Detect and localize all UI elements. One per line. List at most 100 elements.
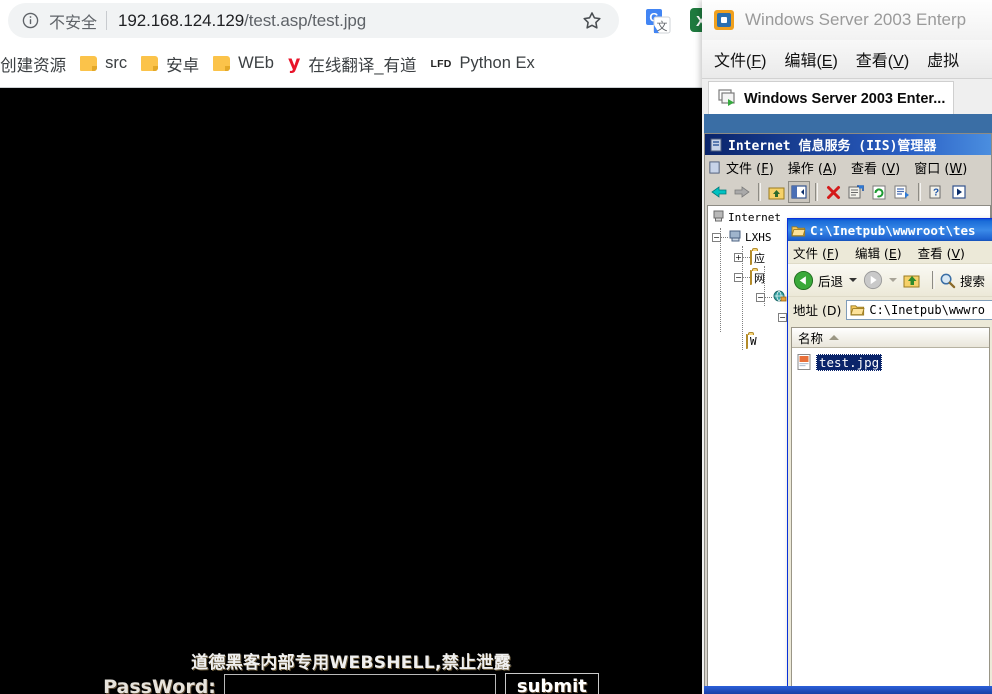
iis-tree-panel[interactable]: Internet − LXHS + 应 − 网 − − W bbox=[708, 206, 788, 692]
tree-node-label: W bbox=[750, 335, 757, 348]
iis-menu-action[interactable]: 操作 (A) bbox=[788, 158, 837, 177]
url-path: /test.asp/test.jpg bbox=[244, 10, 367, 30]
google-translate-icon[interactable]: G 文 bbox=[643, 6, 673, 36]
tree-node-internet[interactable]: Internet bbox=[712, 208, 781, 227]
iis-menu-file[interactable]: 文件 (F) bbox=[726, 158, 774, 177]
export-list-icon[interactable] bbox=[891, 181, 913, 203]
address-bar[interactable]: 不安全 192.168.124.129/test.asp/test.jpg bbox=[8, 3, 619, 38]
lfd-icon: LFD bbox=[430, 57, 452, 70]
address-value: C:\Inetpub\wwwro bbox=[869, 302, 985, 317]
vm-menu-edit[interactable]: 编辑(E) bbox=[784, 47, 837, 71]
bookmark-item-python[interactable]: LFD Python Ex bbox=[424, 49, 542, 79]
vmware-menubar: 文件(F) 编辑(E) 查看(V) 虚拟 bbox=[702, 40, 992, 78]
submit-button[interactable]: submit bbox=[504, 673, 599, 694]
bookmark-item-android[interactable]: 安卓 bbox=[134, 49, 206, 79]
omnibox-divider bbox=[106, 11, 108, 30]
screenshot-root: 不安全 192.168.124.129/test.asp/test.jpg G … bbox=[0, 0, 992, 694]
properties-icon[interactable] bbox=[845, 181, 867, 203]
tree-node-virtual-dir[interactable]: − bbox=[778, 308, 787, 327]
iis-manager-icon bbox=[710, 138, 722, 151]
delete-x-icon[interactable] bbox=[822, 181, 844, 203]
vmware-workstation-window: Windows Server 2003 Enterp 文件(F) 编辑(E) 查… bbox=[702, 0, 992, 694]
tree-node-default-website[interactable]: − bbox=[756, 288, 788, 307]
iis-menubar: 文件 (F) 操作 (A) 查看 (V) 窗口 (W) bbox=[705, 155, 991, 179]
forward-arrow-icon[interactable] bbox=[731, 181, 753, 203]
up-folder-icon[interactable] bbox=[903, 272, 922, 289]
folder-icon bbox=[850, 305, 865, 316]
iis-window-menu-icon[interactable] bbox=[708, 160, 721, 174]
address-label: 地址 (D) bbox=[793, 303, 842, 318]
explorer-address-bar: 地址 (D) C:\Inetpub\wwwro bbox=[788, 296, 992, 322]
bookmark-item-src[interactable]: src bbox=[73, 49, 134, 79]
tree-collapse-toggle[interactable]: − bbox=[778, 313, 787, 322]
security-status-label: 不安全 bbox=[49, 14, 98, 32]
vm-menu-view[interactable]: 查看(V) bbox=[856, 47, 909, 71]
back-circle-icon bbox=[793, 270, 814, 290]
bookmark-item-youdao[interactable]: y 在线翻译_有道 bbox=[281, 49, 424, 79]
tree-expand-toggle[interactable]: + bbox=[734, 253, 743, 262]
show-hide-tree-icon[interactable] bbox=[788, 181, 810, 203]
back-arrow-icon[interactable] bbox=[708, 181, 730, 203]
image-file-icon bbox=[797, 354, 811, 370]
tree-collapse-toggle[interactable]: − bbox=[712, 233, 721, 242]
bookmark-label: 云 - 创建资源 bbox=[0, 56, 67, 75]
webshell-banner-title: 道德黑客内部专用WEBSHELL,禁止泄露 bbox=[191, 653, 511, 673]
bookmark-label: Python Ex bbox=[459, 54, 535, 72]
vm-tab-label: Windows Server 2003 Enter... bbox=[744, 90, 946, 107]
windows-taskbar[interactable] bbox=[704, 686, 992, 694]
vmware-titlebar: Windows Server 2003 Enterp bbox=[702, 0, 992, 40]
bookmark-label: 安卓 bbox=[166, 56, 200, 75]
iis-toolbar: ? bbox=[705, 179, 991, 205]
tree-node-web-service-ext[interactable]: W bbox=[746, 332, 757, 351]
search-magnifier-icon[interactable] bbox=[939, 272, 956, 289]
forward-circle-icon[interactable] bbox=[863, 270, 883, 290]
password-label: PassWord: bbox=[103, 675, 216, 694]
vm-tab-windows-server-2003[interactable]: Windows Server 2003 Enter... bbox=[708, 81, 955, 115]
explorer-title-text: C:\Inetpub\wwwroot\tes bbox=[810, 222, 976, 238]
back-button[interactable]: 后退 bbox=[793, 270, 843, 291]
explorer-menu-view[interactable]: 查看 (V) bbox=[918, 243, 965, 262]
youdao-icon: y bbox=[287, 52, 301, 74]
bookmark-item-web[interactable]: WEb bbox=[206, 49, 281, 79]
info-circle-icon[interactable] bbox=[22, 12, 39, 29]
password-input[interactable] bbox=[223, 674, 496, 694]
tree-collapse-toggle[interactable]: − bbox=[756, 293, 765, 302]
list-item[interactable]: test.jpg bbox=[792, 352, 989, 372]
star-icon[interactable] bbox=[575, 4, 609, 38]
windows-explorer-window: C:\Inetpub\wwwroot\tes 文件 (F) 编辑 (E) 查看 … bbox=[787, 218, 992, 694]
tree-node-lxhs[interactable]: − LXHS bbox=[712, 228, 772, 247]
iis-title-text: Internet 信息服务 (IIS)管理器 bbox=[728, 139, 937, 154]
tree-node-websites[interactable]: − 网 bbox=[734, 268, 765, 287]
server-icon bbox=[728, 229, 743, 246]
column-header-label: 名称 bbox=[798, 331, 824, 346]
iis-menu-view[interactable]: 查看 (V) bbox=[851, 158, 900, 177]
explorer-menubar: 文件 (F) 编辑 (E) 查看 (V) bbox=[788, 241, 992, 264]
folder-icon bbox=[750, 250, 752, 265]
tree-node-app-pools[interactable]: + 应 bbox=[734, 248, 765, 267]
up-folder-icon[interactable] bbox=[765, 181, 787, 203]
vm-menu-vm[interactable]: 虚拟 bbox=[927, 47, 959, 71]
file-list-view[interactable]: 名称 test.jpg bbox=[791, 327, 990, 694]
tree-collapse-toggle[interactable]: − bbox=[734, 273, 743, 282]
iis-menu-window[interactable]: 窗口 (W) bbox=[914, 158, 967, 177]
help-icon[interactable]: ? bbox=[925, 181, 947, 203]
explorer-menu-edit[interactable]: 编辑 (E) bbox=[855, 243, 902, 262]
toolbar-separator bbox=[932, 271, 936, 289]
vm-menu-file[interactable]: 文件(F) bbox=[714, 47, 766, 71]
folder-icon bbox=[746, 334, 748, 349]
column-header-name[interactable]: 名称 bbox=[792, 328, 989, 348]
tree-node-label: 网 bbox=[754, 271, 765, 285]
sort-ascending-icon bbox=[829, 335, 840, 340]
vmware-logo-icon bbox=[714, 10, 734, 30]
chevron-down-icon[interactable] bbox=[889, 278, 898, 282]
vmware-tabstrip: Windows Server 2003 Enter... bbox=[702, 78, 992, 115]
address-input[interactable]: C:\Inetpub\wwwro bbox=[846, 299, 992, 320]
toolbar-separator bbox=[758, 183, 761, 201]
refresh-icon[interactable] bbox=[868, 181, 890, 203]
chevron-down-icon[interactable] bbox=[849, 278, 858, 282]
bookmark-item-cloud[interactable]: 云 - 创建资源 bbox=[0, 49, 73, 79]
explorer-menu-file[interactable]: 文件 (F) bbox=[793, 243, 839, 262]
play-icon[interactable] bbox=[948, 181, 970, 203]
search-label: 搜索 bbox=[960, 273, 986, 289]
tree-node-label: 应 bbox=[754, 251, 765, 265]
